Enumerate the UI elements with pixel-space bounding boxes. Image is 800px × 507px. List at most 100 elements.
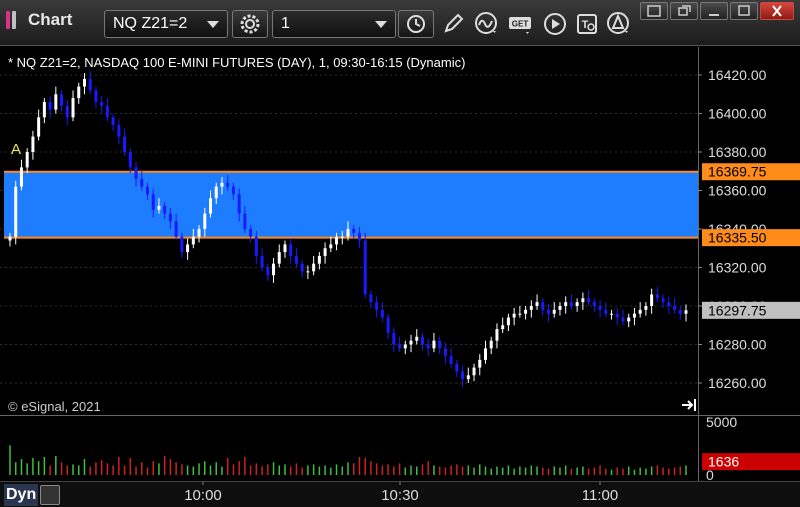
minimize-icon xyxy=(709,14,719,16)
last-volume-label: 1636 xyxy=(708,454,739,470)
zone-upper-label: 16369.75 xyxy=(708,164,767,180)
candle-body xyxy=(140,178,144,187)
price-tick-label: 16260.00 xyxy=(708,375,767,391)
svg-text:GET: GET xyxy=(512,20,529,29)
candle-body xyxy=(306,271,310,273)
marker-a-label: A xyxy=(11,141,21,158)
symbol-select[interactable]: NQ Z21=2 xyxy=(104,10,228,38)
restore-window-button[interactable] xyxy=(670,2,698,20)
candle-body xyxy=(644,306,648,310)
interval-select[interactable]: 1 xyxy=(272,10,396,38)
time-template-button[interactable]: T xyxy=(572,10,602,38)
time-template-icon: T xyxy=(577,14,597,34)
candle-body xyxy=(317,255,321,264)
candle-body xyxy=(88,78,92,91)
candle xyxy=(14,180,18,245)
candle-body xyxy=(398,344,402,349)
close-button[interactable] xyxy=(760,2,794,20)
candle-body xyxy=(547,309,551,314)
link-icon xyxy=(647,5,661,17)
candle-body xyxy=(25,152,29,168)
symbol-value: NQ Z21=2 xyxy=(113,15,188,32)
candle-body xyxy=(483,348,487,360)
candle-body xyxy=(329,244,333,249)
candle-body xyxy=(409,340,413,345)
candle-body xyxy=(220,182,224,187)
price-volume-chart[interactable]: 16420.0016400.0016380.0016360.0016340.00… xyxy=(0,47,800,481)
candle xyxy=(363,232,367,299)
candle-body xyxy=(673,306,677,310)
candle-body xyxy=(100,101,104,106)
candle-body xyxy=(168,213,172,222)
candle-body xyxy=(478,359,482,368)
candle-body xyxy=(209,198,213,214)
draw-tool-button[interactable] xyxy=(438,10,468,38)
candle-body xyxy=(157,205,161,210)
candle-body xyxy=(134,167,138,179)
interval-clock-button[interactable] xyxy=(398,10,434,38)
time-tick-label: 10:30 xyxy=(381,487,419,504)
chevron-down-icon xyxy=(207,21,219,28)
play-button[interactable] xyxy=(540,10,570,38)
candle-body xyxy=(684,310,688,314)
zone-lower-label: 16335.50 xyxy=(708,230,767,246)
candle-body xyxy=(581,298,585,303)
studies-button[interactable] xyxy=(472,10,502,38)
last-volume-tag: 1636 xyxy=(702,453,800,471)
maximize-button[interactable] xyxy=(730,2,758,20)
alert-triangle-icon xyxy=(607,12,629,34)
candle-body xyxy=(180,236,184,253)
candle-body xyxy=(529,306,533,310)
candle-body xyxy=(151,194,155,210)
candle-body xyxy=(111,117,115,126)
status-bar: Dyn 10:00 10:30 11:00 xyxy=(0,481,800,507)
candle-body xyxy=(254,236,258,256)
candle-body xyxy=(610,313,614,315)
candle-body xyxy=(335,236,339,245)
candle-body xyxy=(60,94,64,106)
candle-body xyxy=(615,313,619,318)
candle-body xyxy=(283,244,287,253)
link-window-button[interactable] xyxy=(640,2,668,20)
chart-subtitle: * NQ Z21=2, NASDAQ 100 E-MINI FUTURES (D… xyxy=(8,55,466,70)
candle-body xyxy=(518,313,522,315)
candle-body xyxy=(266,267,270,276)
gear-icon xyxy=(240,14,260,34)
candle-body xyxy=(128,152,132,168)
candle-body xyxy=(449,356,453,364)
candle-body xyxy=(191,236,195,245)
get-data-button[interactable]: GET xyxy=(506,10,536,38)
candle-body xyxy=(655,294,659,299)
minimize-button[interactable] xyxy=(700,2,728,20)
candle-body xyxy=(598,306,602,310)
price-tick-label: 16380.00 xyxy=(708,144,767,160)
time-axis-labels: 10:00 10:30 11:00 xyxy=(184,482,618,504)
interval-value: 1 xyxy=(281,15,290,32)
candle-body xyxy=(524,309,528,314)
candle-body xyxy=(392,332,396,345)
candle-body xyxy=(54,94,58,110)
close-icon xyxy=(772,5,782,17)
candle-body xyxy=(48,101,52,110)
time-tick-label: 10:00 xyxy=(184,487,222,504)
candle-body xyxy=(443,348,447,357)
candle-body xyxy=(632,313,636,318)
candle-body xyxy=(661,298,665,303)
candle-body xyxy=(420,336,424,345)
candle-body xyxy=(312,263,316,272)
play-icon xyxy=(544,13,566,35)
symbol-settings-button[interactable] xyxy=(232,10,268,38)
candle-body xyxy=(506,317,510,326)
zone-lower-tag: 16335.50 xyxy=(702,229,800,247)
candle-body xyxy=(592,302,596,306)
alerts-button[interactable] xyxy=(604,10,634,38)
candle-body xyxy=(214,186,218,199)
candle-body xyxy=(31,136,35,152)
candle-body xyxy=(535,302,539,306)
candle-body xyxy=(604,309,608,314)
candle-body xyxy=(37,117,41,137)
candle-body xyxy=(123,136,127,152)
candle-body xyxy=(627,317,631,322)
candle-body xyxy=(369,294,373,303)
maximize-icon xyxy=(738,5,750,16)
